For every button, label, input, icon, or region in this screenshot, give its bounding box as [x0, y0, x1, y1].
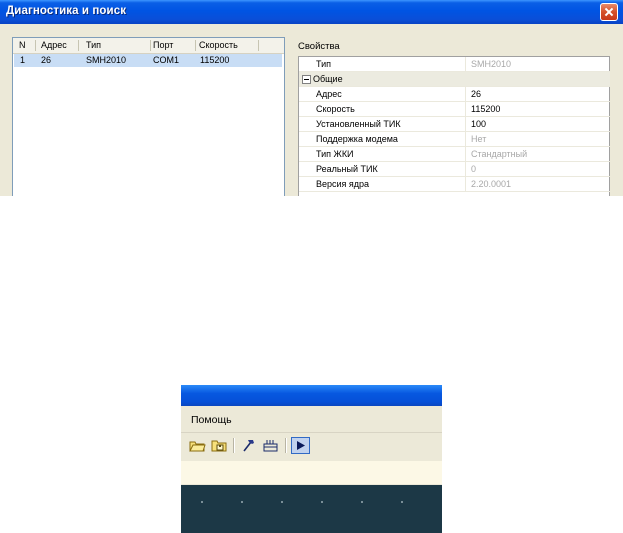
- collapse-icon[interactable]: [302, 75, 311, 84]
- menu-bar: Помощь: [181, 406, 442, 433]
- property-row-modem[interactable]: Поддержка модема Нет: [299, 132, 610, 147]
- property-value: 0: [471, 164, 477, 174]
- property-row-real-tick[interactable]: Реальный ТИК 0: [299, 162, 610, 177]
- property-row-lcd-type[interactable]: Тип ЖКИ Стандартный: [299, 147, 610, 162]
- play-icon[interactable]: [291, 437, 310, 454]
- folder-save-icon[interactable]: [210, 437, 229, 454]
- column-header-type[interactable]: Тип: [86, 40, 101, 50]
- device-list[interactable]: N Адрес Тип Порт Скорость 1 26 SMH2010 C…: [12, 37, 285, 196]
- info-strip: [181, 461, 442, 484]
- property-row-address[interactable]: Адрес 26: [299, 87, 610, 102]
- property-key: Адрес: [316, 89, 342, 99]
- close-icon[interactable]: [600, 3, 618, 21]
- property-key: Поддержка модема: [316, 134, 398, 144]
- property-value[interactable]: 115200: [471, 104, 500, 114]
- property-row-type[interactable]: Тип SMH2010: [299, 57, 610, 72]
- title-bar: Диагностика и поиск: [0, 0, 623, 24]
- toolbar-screenshot: Помощь: [181, 385, 442, 533]
- column-header-n[interactable]: N: [19, 40, 26, 50]
- property-row-tick[interactable]: Установленный ТИК 100: [299, 117, 610, 132]
- toolbar: [181, 433, 442, 513]
- dialog-title: Диагностика и поиск: [6, 5, 127, 17]
- column-header-port[interactable]: Порт: [153, 40, 173, 50]
- property-row-speed[interactable]: Скорость 115200: [299, 102, 610, 117]
- property-key: Установленный ТИК: [316, 119, 401, 129]
- property-key: Тип ЖКИ: [316, 149, 354, 159]
- crop-title-bar: [181, 385, 442, 406]
- device-row[interactable]: 1 26 SMH2010 COM1 115200: [14, 54, 282, 67]
- property-key: Скорость: [316, 104, 355, 114]
- menu-help[interactable]: Помощь: [191, 414, 232, 426]
- property-value[interactable]: 100: [471, 119, 486, 129]
- property-row-kernel-version[interactable]: Версия ядра 2.20.0001: [299, 177, 610, 192]
- hammer-icon[interactable]: [239, 437, 258, 454]
- category-label: Общие: [313, 74, 343, 84]
- property-key: Версия ядра: [316, 179, 370, 189]
- property-grid[interactable]: Тип SMH2010 Общие Адрес 26 Скорость 1152…: [298, 56, 610, 196]
- property-key: Реальный ТИК: [316, 164, 378, 174]
- cell-port: COM1: [153, 55, 180, 65]
- column-header-address[interactable]: Адрес: [41, 40, 67, 50]
- property-key: Тип: [316, 59, 332, 69]
- diagnostics-dialog: Диагностика и поиск N Адрес Тип Порт Ско…: [0, 0, 623, 196]
- property-value: Стандартный: [471, 149, 528, 159]
- device-list-header: N Адрес Тип Порт Скорость: [13, 38, 284, 54]
- column-header-speed[interactable]: Скорость: [199, 40, 238, 50]
- dark-panel: [181, 485, 442, 533]
- cell-address: 26: [41, 55, 52, 65]
- folder-open-icon[interactable]: [188, 437, 207, 454]
- device-icon[interactable]: [261, 437, 280, 454]
- properties-label: Свойства: [298, 41, 340, 52]
- property-category-general[interactable]: Общие: [299, 72, 610, 87]
- property-value[interactable]: 26: [471, 89, 481, 99]
- cell-speed: 115200: [200, 55, 230, 65]
- property-value: 2.20.0001: [471, 179, 512, 189]
- cell-type: SMH2010: [86, 55, 127, 65]
- cell-n: 1: [20, 55, 26, 65]
- property-value: Нет: [471, 134, 487, 144]
- property-value: SMH2010: [471, 59, 512, 69]
